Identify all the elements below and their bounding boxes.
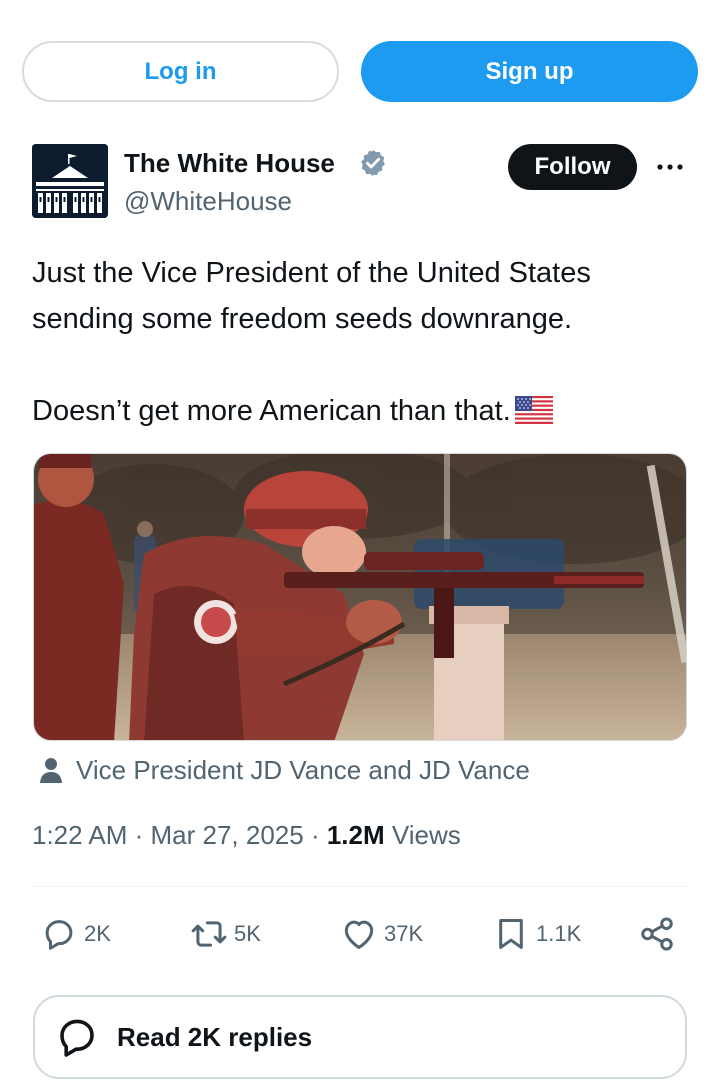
like-button[interactable]: 37K — [340, 914, 423, 954]
bookmark-button[interactable]: 1.1K — [492, 914, 581, 954]
tweet-date[interactable]: Mar 27, 2025 — [151, 820, 304, 850]
share-icon — [641, 917, 673, 951]
author-name[interactable]: The White House — [124, 148, 335, 179]
views-count: 1.2M — [326, 820, 385, 850]
tweet-text: Just the Vice President of the United St… — [32, 250, 692, 434]
photo-shooter-at-range — [34, 454, 686, 740]
follow-button[interactable]: Follow — [508, 144, 637, 190]
divider — [32, 886, 688, 887]
read-replies-label: Read 2K replies — [117, 1021, 313, 1052]
like-count: 37K — [384, 921, 424, 946]
auth-bar: Log in Sign up — [22, 41, 698, 102]
tagged-people[interactable]: Vice President JD Vance and JD Vance — [36, 752, 530, 788]
tweet-text-line: Just the Vice President of the United St… — [32, 257, 591, 289]
tweet-text-line-3: Doesn’t get more American than that. — [32, 395, 511, 427]
tweet-media-photo[interactable] — [33, 453, 687, 741]
tweet-time[interactable]: 1:22 AM — [32, 820, 127, 850]
more-horizontal-icon[interactable] — [650, 152, 690, 182]
login-button[interactable]: Log in — [22, 41, 339, 102]
heart-icon — [344, 920, 374, 949]
repost-icon — [191, 921, 227, 947]
us-flag-icon — [514, 396, 553, 424]
reply-button[interactable]: 2K — [40, 914, 111, 954]
reply-icon — [45, 920, 73, 950]
tweet-text-line: sending some freedom seeds downrange. — [32, 303, 573, 335]
bookmark-icon — [499, 919, 523, 949]
signup-button[interactable]: Sign up — [361, 41, 698, 102]
verified-badge-icon — [361, 149, 385, 177]
meta-separator: · — [303, 820, 327, 850]
read-replies-button[interactable]: Read 2K replies — [33, 995, 687, 1079]
reply-count: 2K — [84, 921, 111, 946]
repost-count: 5K — [234, 921, 261, 946]
tagged-people-text: Vice President JD Vance and JD Vance — [76, 754, 530, 785]
tweet-meta: 1:22 AM · Mar 27, 2025 · 1.2M Views — [32, 820, 461, 851]
meta-separator: · — [127, 820, 151, 850]
reply-icon — [60, 1019, 94, 1057]
avatar[interactable] — [32, 144, 108, 218]
views-label: Views — [384, 820, 461, 850]
author-handle[interactable]: @WhiteHouse — [124, 186, 292, 217]
person-icon — [40, 758, 62, 783]
bookmark-count: 1.1K — [536, 921, 582, 946]
share-button[interactable] — [638, 914, 676, 954]
white-house-logo-icon — [32, 144, 108, 218]
repost-button[interactable]: 5K — [190, 914, 261, 954]
tweet-text-line: Doesn’t get more American than that. — [32, 388, 692, 434]
